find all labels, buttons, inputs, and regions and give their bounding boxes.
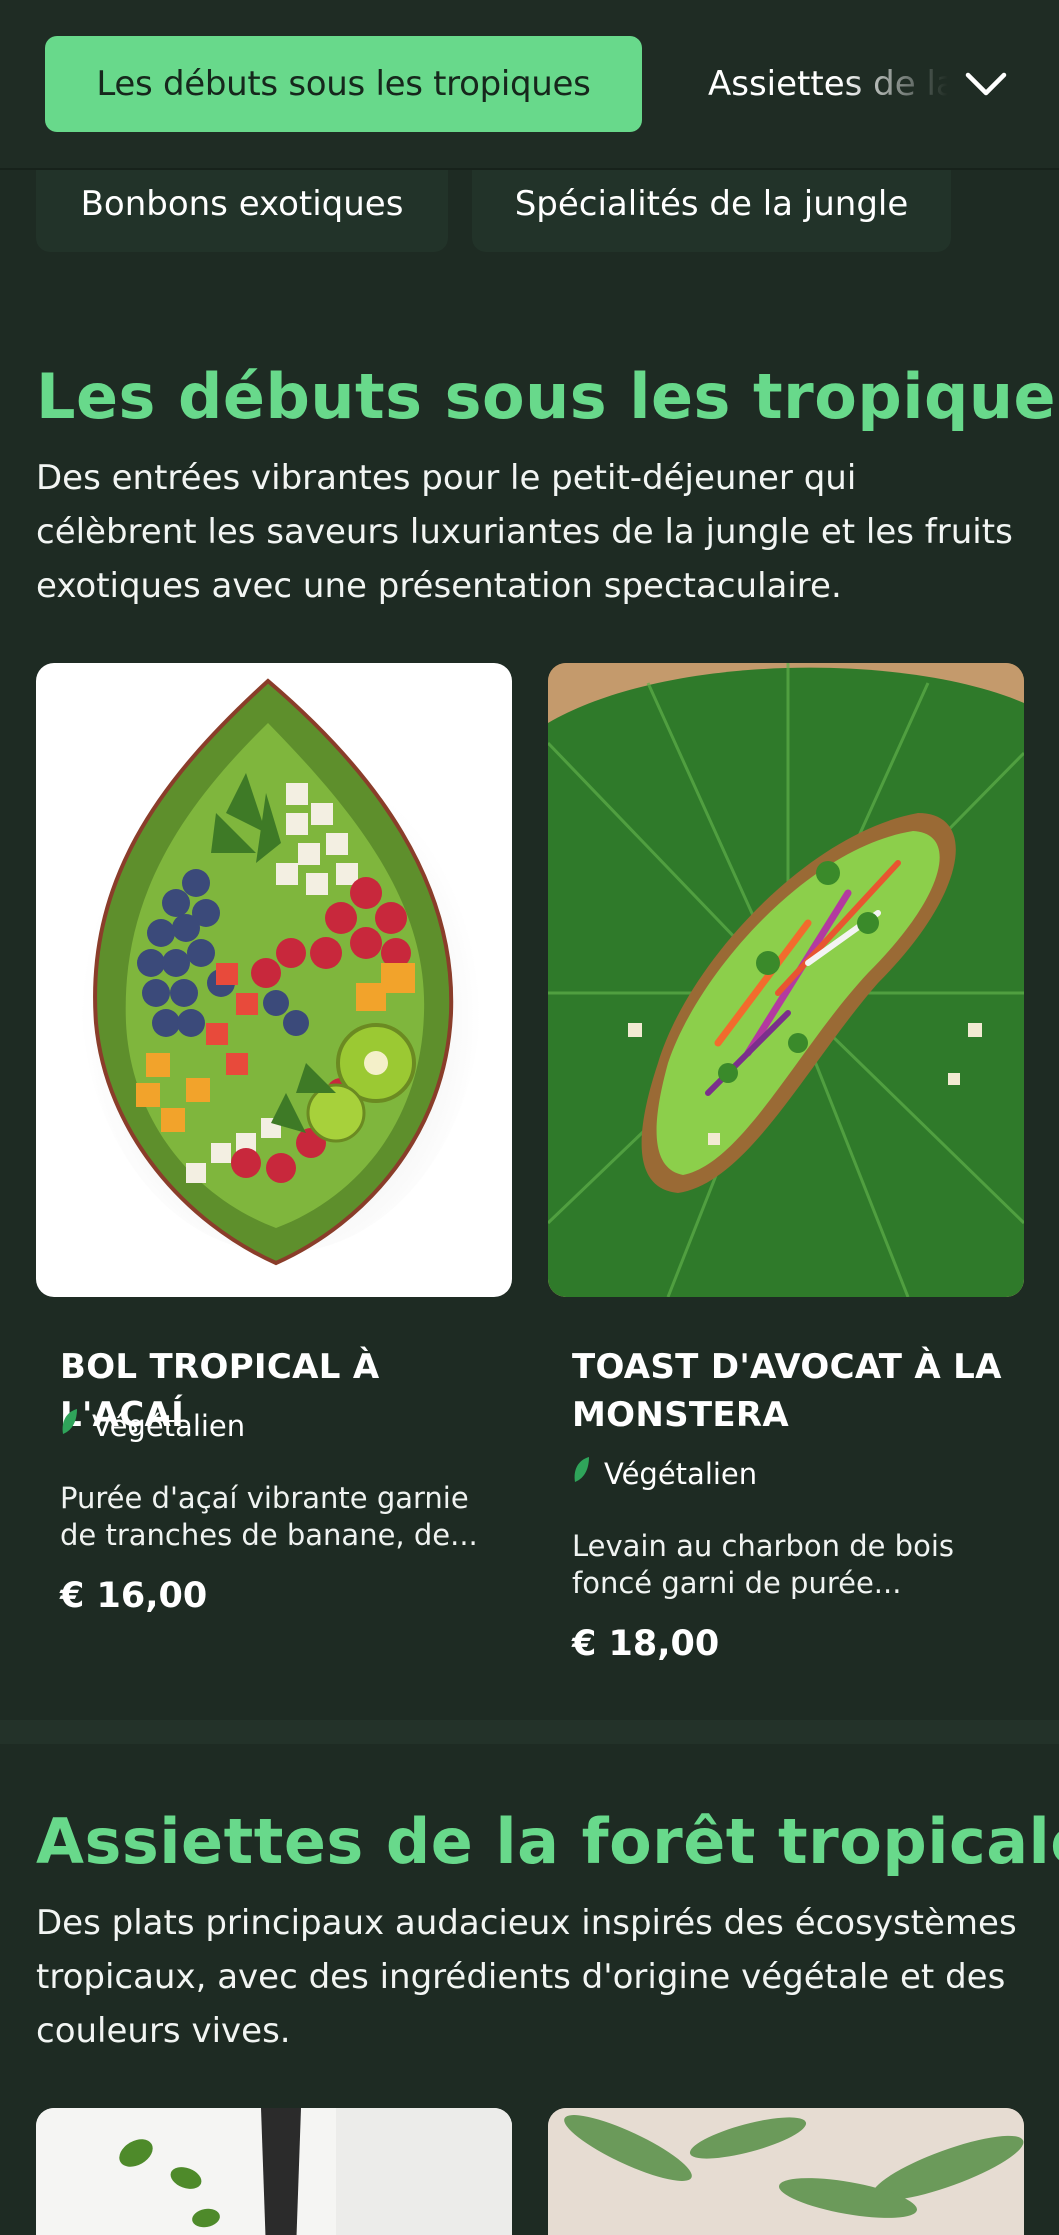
tab-rainforest-plates[interactable]: Assiettes de la forêt tropicale [708,36,948,132]
dish-image [36,2108,512,2235]
item-price: € 18,00 [572,1624,720,1664]
diet-label: Végétalien [92,1408,246,1443]
section-title: Les débuts sous les tropiques [36,360,1059,433]
section-divider [0,1720,1059,1744]
pill-label: Bonbons exotiques [80,184,404,224]
diet-label: Végétalien [604,1456,758,1491]
diet-tag: Végétalien [572,1456,757,1491]
tab-label: Les débuts sous les tropiques [96,64,591,104]
section-title: Assiettes de la forêt tropicale [36,1805,1059,1878]
item-price: € 16,00 [60,1576,208,1616]
tab-label: Assiettes de la forêt tropicale [708,64,948,104]
menu-item-card[interactable]: TOAST D'AVOCAT À LA MONSTERA Végétalien … [548,663,1024,1664]
section-description: Des plats principaux audacieux inspirés … [36,1903,1017,2051]
menu-item-card[interactable]: BOL TROPICAL À L'AÇAÍ Végétalien Purée d… [36,663,512,1616]
menu-item-card[interactable] [36,2108,512,2235]
pill-label: Spécialités de la jungle [514,184,909,224]
dish-image [548,2108,1024,2235]
menu-item-card[interactable] [548,2108,1024,2235]
avocado-toast-image [548,663,1024,1297]
diet-tag: Végétalien [60,1408,245,1443]
acai-bowl-image [36,663,512,1297]
section-description: Des entrées vibrantes pour le petit-déje… [36,458,1013,606]
item-description: Purée d'açaí vibrante garnie de tranches… [60,1481,478,1552]
item-description: Levain au charbon de bois foncé garni de… [572,1529,954,1600]
category-nav: Les débuts sous les tropiques Assiettes … [0,0,1059,170]
tab-tropical-starters[interactable]: Les débuts sous les tropiques [45,36,642,132]
leaf-icon [572,1456,590,1491]
chevron-down-icon[interactable] [960,58,1012,110]
leaf-icon [60,1408,78,1443]
item-name: TOAST D'AVOCAT À LA MONSTERA [572,1347,1002,1435]
